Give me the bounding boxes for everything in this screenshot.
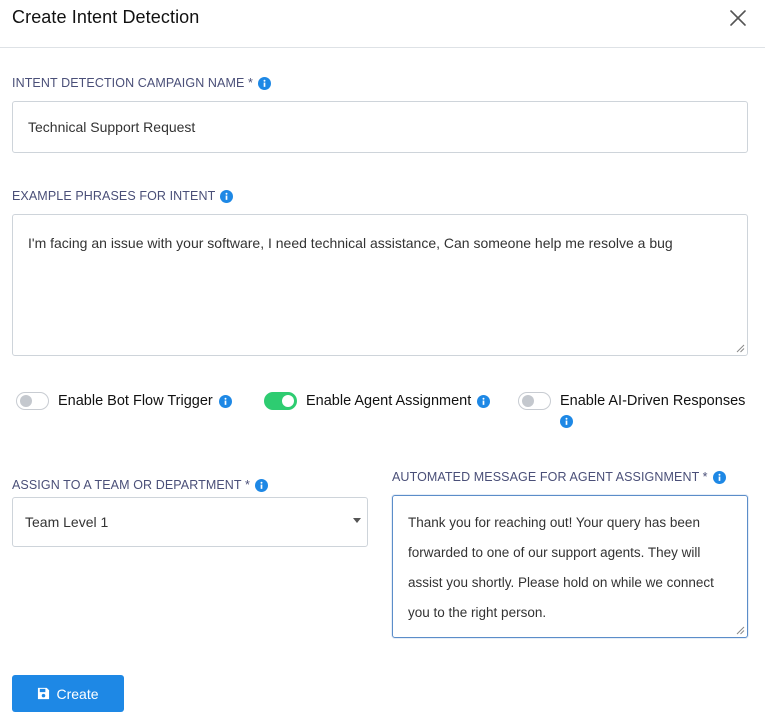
toggle-label: Enable Bot Flow Trigger bbox=[58, 393, 213, 409]
toggle-label: Enable AI-Driven Responses bbox=[560, 393, 746, 409]
automated-message-label-row: AUTOMATED MESSAGE FOR AGENT ASSIGNMENT * bbox=[392, 470, 726, 484]
example-phrases-textarea[interactable]: I'm facing an issue with your software, … bbox=[12, 214, 748, 356]
resize-grip-icon[interactable] bbox=[736, 626, 745, 635]
example-phrases-text: I'm facing an issue with your software, … bbox=[28, 235, 673, 251]
info-icon[interactable] bbox=[218, 395, 232, 408]
info-icon[interactable] bbox=[477, 395, 491, 408]
info-icon[interactable] bbox=[712, 470, 726, 484]
campaign-name-label-row: INTENT DETECTION CAMPAIGN NAME * bbox=[12, 76, 271, 90]
automated-message-textarea[interactable]: Thank you for reaching out! Your query h… bbox=[392, 495, 748, 638]
close-icon[interactable] bbox=[728, 8, 748, 28]
modal-header: Create Intent Detection bbox=[0, 0, 765, 48]
toggle-agent-assignment[interactable]: Enable Agent Assignment bbox=[264, 392, 491, 410]
resize-grip-icon[interactable] bbox=[736, 344, 745, 353]
example-phrases-label-row: EXAMPLE PHRASES FOR INTENT bbox=[12, 189, 234, 203]
caret-down-icon bbox=[353, 518, 361, 523]
bot-flow-trigger-switch[interactable] bbox=[16, 392, 49, 410]
automated-message-text: Thank you for reaching out! Your query h… bbox=[408, 515, 714, 620]
toggle-ai-driven-responses[interactable]: Enable AI-Driven Responses bbox=[518, 392, 745, 428]
example-phrases-label: EXAMPLE PHRASES FOR INTENT bbox=[12, 189, 216, 203]
automated-message-label: AUTOMATED MESSAGE FOR AGENT ASSIGNMENT * bbox=[392, 470, 708, 484]
info-icon[interactable] bbox=[257, 76, 271, 90]
team-label: ASSIGN TO A TEAM OR DEPARTMENT * bbox=[12, 478, 250, 492]
create-button-label: Create bbox=[56, 685, 99, 702]
create-button[interactable]: Create bbox=[12, 675, 124, 712]
team-select[interactable]: Team Level 1 bbox=[12, 497, 368, 547]
info-icon[interactable] bbox=[220, 189, 234, 203]
ai-driven-responses-switch[interactable] bbox=[518, 392, 551, 410]
toggle-bot-flow-trigger[interactable]: Enable Bot Flow Trigger bbox=[16, 392, 232, 410]
campaign-name-input[interactable]: Technical Support Request bbox=[12, 101, 748, 153]
team-label-row: ASSIGN TO A TEAM OR DEPARTMENT * bbox=[12, 478, 268, 492]
campaign-name-label: INTENT DETECTION CAMPAIGN NAME * bbox=[12, 76, 253, 90]
team-select-value: Team Level 1 bbox=[25, 514, 109, 530]
save-icon bbox=[38, 687, 50, 700]
modal-title: Create Intent Detection bbox=[12, 7, 200, 27]
info-icon[interactable] bbox=[560, 415, 573, 428]
create-intent-modal: Create Intent Detection INTENT DETECTION… bbox=[0, 0, 765, 726]
toggle-label: Enable Agent Assignment bbox=[306, 393, 472, 409]
info-icon[interactable] bbox=[254, 478, 268, 492]
agent-assignment-switch[interactable] bbox=[264, 392, 297, 410]
